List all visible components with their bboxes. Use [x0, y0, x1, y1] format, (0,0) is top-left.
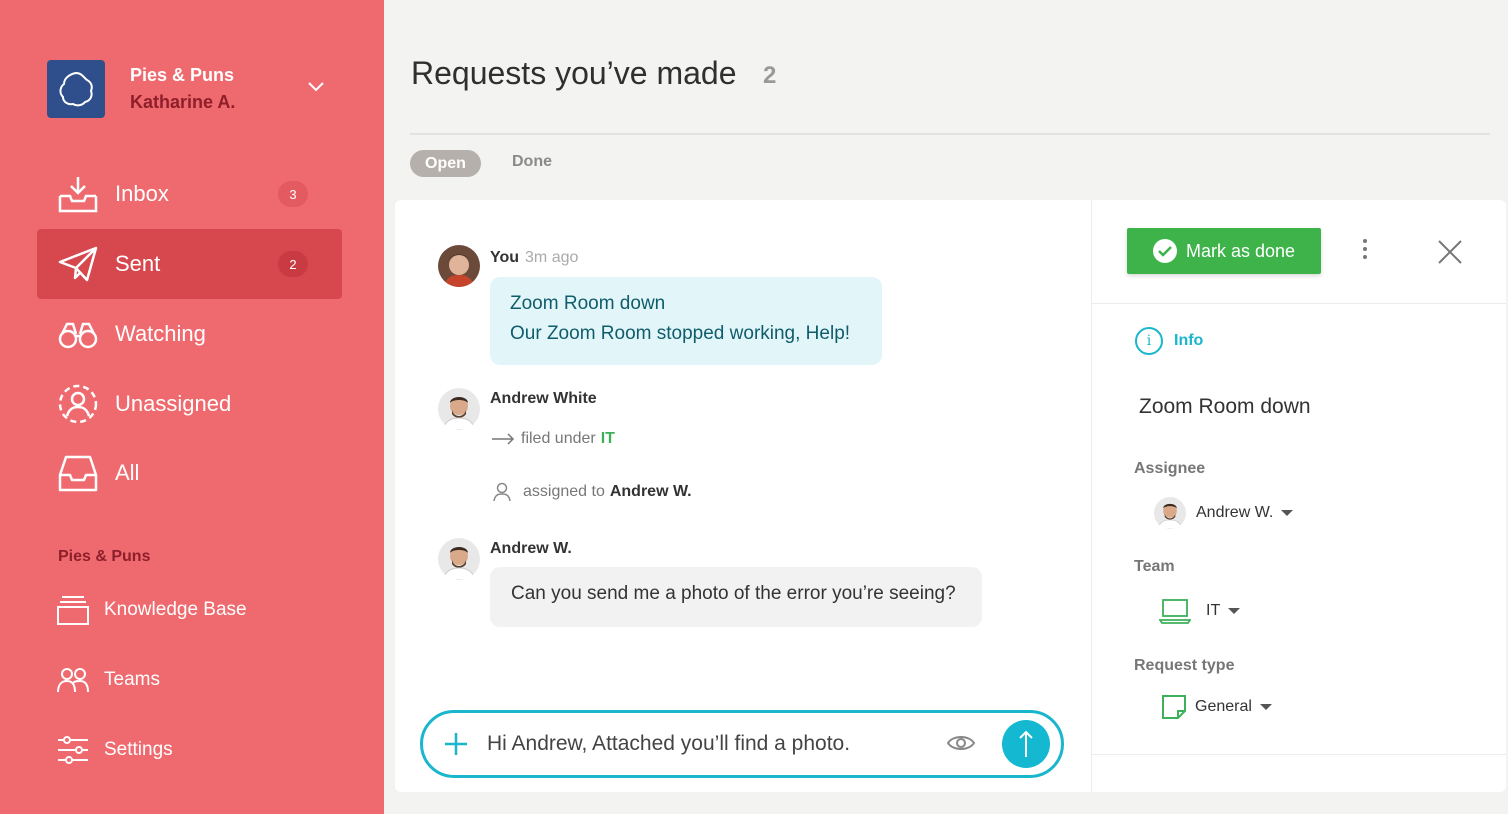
team-label: Team	[1134, 558, 1175, 575]
request-title: Zoom Room down	[1139, 395, 1311, 418]
add-attachment-icon[interactable]	[443, 731, 469, 757]
workspace-switcher[interactable]: Pies & Puns Katharine A.	[47, 60, 235, 118]
workspace-logo-icon	[47, 60, 105, 118]
assigned-label: assigned to	[523, 483, 605, 500]
tab-open[interactable]: Open	[410, 150, 481, 177]
info-tab[interactable]: i Info	[1135, 327, 1203, 355]
assignee-select[interactable]: Andrew W.	[1154, 497, 1294, 529]
request-type-label: Request type	[1134, 657, 1235, 674]
binoculars-icon	[57, 314, 99, 354]
page-count: 2	[763, 62, 777, 89]
avatar	[1154, 497, 1186, 529]
message-title: Zoom Room down	[510, 293, 666, 314]
arrow-right-icon	[492, 433, 515, 445]
sidebar-item-label: Teams	[104, 669, 160, 690]
message-bubble: Can you send me a photo of the error you…	[490, 567, 982, 627]
assignee-label: Assignee	[1134, 460, 1206, 477]
details-divider	[1092, 754, 1506, 755]
teams-icon	[57, 668, 89, 693]
caret-down-icon	[1228, 608, 1241, 614]
mark-as-done-button[interactable]: Mark as done	[1127, 228, 1321, 274]
tray-icon	[57, 453, 99, 493]
avatar	[438, 388, 480, 430]
caret-down-icon	[1281, 510, 1294, 516]
filed-under-label: filed under	[521, 430, 596, 447]
unassigned-user-icon	[57, 384, 99, 424]
sidebar-item-label: Knowledge Base	[104, 599, 247, 620]
section-title: Pies & Puns	[58, 548, 151, 565]
sidebar-item-settings[interactable]: Settings	[57, 730, 347, 770]
sidebar-item-label: Unassigned	[115, 391, 232, 416]
sidebar-item-all[interactable]: All	[37, 438, 342, 508]
details-divider	[1092, 303, 1506, 304]
sliders-icon	[58, 736, 88, 764]
note-icon	[1162, 695, 1186, 719]
filed-under-team: IT	[600, 430, 615, 447]
message-time: 3m ago	[525, 249, 579, 266]
sidebar-item-label: Watching	[115, 321, 206, 346]
sidebar-item-unassigned[interactable]: Unassigned	[37, 369, 342, 439]
knowledge-base-icon	[57, 596, 89, 625]
reply-input[interactable]	[487, 727, 927, 761]
sidebar-item-label: Sent	[115, 251, 161, 276]
sidebar-item-label: Inbox	[115, 181, 169, 206]
sidebar-item-sent[interactable]: Sent 2	[37, 229, 342, 299]
workspace-name: Pies & Puns	[130, 65, 235, 85]
chevron-down-icon[interactable]	[306, 80, 326, 94]
assignee-name: Andrew W.	[1196, 504, 1274, 521]
more-options-icon[interactable]	[1362, 238, 1368, 260]
event-author: Andrew White	[490, 390, 597, 407]
message-body: Our Zoom Room stopped working, Help!	[510, 323, 851, 344]
team-name: IT	[1206, 602, 1221, 619]
tab-done[interactable]: Done	[512, 153, 552, 171]
avatar	[438, 245, 480, 287]
header-divider	[410, 133, 1490, 135]
close-icon[interactable]	[1438, 240, 1462, 264]
team-select[interactable]: IT	[1159, 598, 1241, 624]
sidebar-item-knowledge-base[interactable]: Knowledge Base	[57, 590, 347, 630]
sidebar: Pies & Puns Katharine A. Inbox 3 Sent 2 …	[0, 0, 384, 814]
page-title: Requests you’ve made	[411, 55, 737, 91]
message-author-name: You	[490, 249, 520, 266]
arrow-up-icon	[1019, 730, 1033, 757]
reply-composer	[420, 710, 1064, 778]
sidebar-item-inbox[interactable]: Inbox 3	[37, 159, 342, 229]
filed-under-event: filed under IT	[491, 430, 615, 448]
workspace-user: Katharine A.	[130, 92, 236, 112]
send-button[interactable]	[1002, 720, 1050, 768]
avatar	[438, 538, 480, 580]
mark-as-done-label: Mark as done	[1185, 240, 1296, 261]
sidebar-item-label: All	[115, 460, 140, 485]
inbox-count-badge: 3	[278, 181, 308, 207]
message-author: You 3m ago	[490, 249, 578, 267]
laptop-icon	[1159, 599, 1191, 624]
preview-eye-icon[interactable]	[946, 733, 976, 753]
person-icon	[493, 482, 511, 502]
inbox-icon	[57, 174, 99, 214]
check-icon	[1152, 239, 1177, 263]
request-type-select[interactable]: General	[1161, 694, 1272, 720]
paper-plane-icon	[57, 244, 99, 284]
request-type-name: General	[1195, 698, 1252, 715]
assigned-to: Andrew W.	[609, 483, 692, 500]
message-author: Andrew W.	[490, 540, 572, 557]
assigned-event: assigned to Andrew W.	[493, 482, 692, 502]
request-details-panel: Mark as done i Info Zoom Room down Assig…	[1091, 200, 1506, 792]
sidebar-item-teams[interactable]: Teams	[57, 660, 347, 700]
info-icon: i	[1135, 327, 1163, 355]
sent-count-badge: 2	[278, 251, 308, 277]
caret-down-icon	[1259, 704, 1272, 710]
sidebar-item-label: Settings	[104, 739, 173, 760]
conversation-panel: You 3m ago Zoom Room down Our Zoom Room s…	[395, 200, 1092, 792]
sidebar-item-watching[interactable]: Watching	[37, 299, 342, 369]
message-bubble: Zoom Room down Our Zoom Room stopped wor…	[490, 277, 882, 365]
info-label: Info	[1174, 332, 1204, 349]
